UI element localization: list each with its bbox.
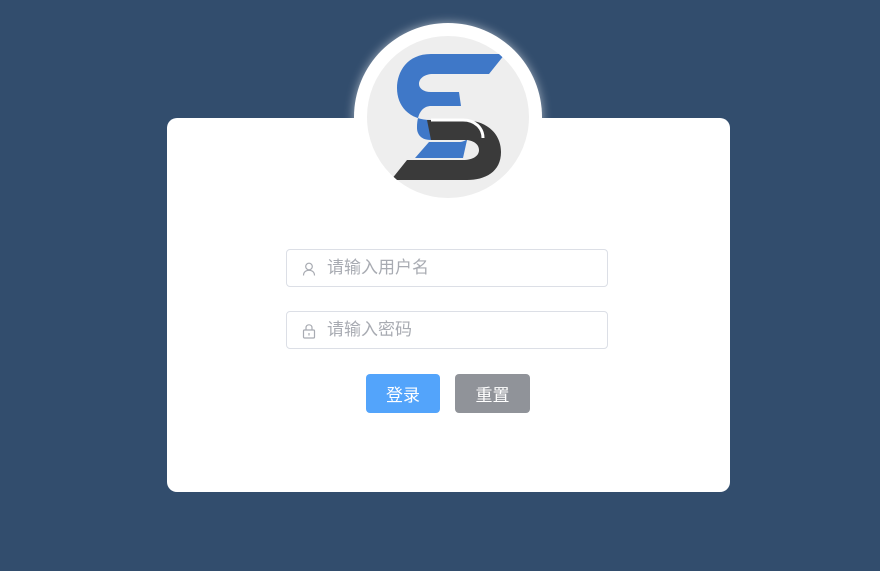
lock-icon (301, 323, 317, 339)
username-field[interactable] (286, 249, 608, 287)
password-input[interactable] (327, 312, 597, 348)
reset-button[interactable]: 重置 (455, 374, 530, 413)
login-button[interactable]: 登录 (366, 374, 440, 413)
username-input[interactable] (327, 250, 597, 286)
password-field[interactable] (286, 311, 608, 349)
user-icon (301, 261, 317, 277)
s-logo-icon (391, 54, 505, 180)
logo-container (367, 36, 529, 198)
avatar (354, 23, 542, 211)
